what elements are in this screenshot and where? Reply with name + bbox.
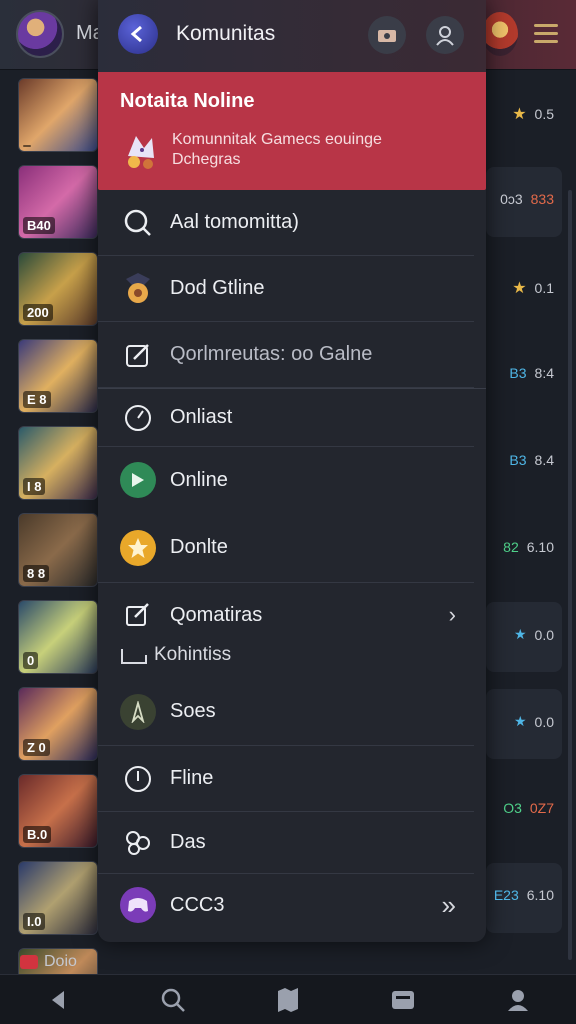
user-icon [436, 26, 454, 46]
game-level-badge: I 8 [23, 478, 46, 495]
menu-item-label: Aal tomomitta) [170, 211, 299, 233]
game-thumbnail: B.0 [18, 774, 98, 848]
game-thumbnail: 200 [18, 252, 98, 326]
menu-item-label: Onliast [170, 406, 233, 428]
menu-item-label: Das [170, 831, 206, 853]
game-meta: O3 0Z7 [503, 800, 554, 816]
drawer-header: Komunitas [98, 0, 486, 72]
menu-item-label: CCC3 [170, 893, 225, 916]
drawer-footer-label: Doio [0, 950, 300, 974]
back-button[interactable] [118, 14, 158, 54]
menu-item-sces[interactable]: Soes [98, 678, 474, 746]
notification-banner[interactable]: Notaita Noline Komunnitak Gamecs eouinge… [98, 72, 486, 190]
compose-icon [120, 597, 156, 633]
profile-nav-icon[interactable] [502, 984, 534, 1016]
community-drawer: Komunitas Notaita Noline Komunnitak Game… [98, 0, 486, 942]
game-level-badge: B.0 [23, 826, 52, 843]
menu-item-label: Donlte [170, 536, 228, 558]
game-meta: ★ 0.0 [513, 713, 554, 730]
game-level-badge: 0 [23, 652, 39, 669]
game-meta: E23 6.10 [493, 887, 554, 903]
menu-item-komitiss[interactable]: Kohintiss [120, 640, 231, 670]
game-level-badge: E 8 [23, 391, 51, 408]
menu-item-das[interactable]: Das [98, 812, 474, 874]
game-level-badge: 8 8 [23, 565, 50, 582]
game-thumbnail [18, 78, 98, 152]
mascot-icon [128, 136, 154, 169]
menu-item-label: Qomatiras [170, 603, 263, 626]
camera-icon [378, 30, 396, 42]
map-nav-icon[interactable] [272, 984, 304, 1016]
game-thumbnail: 8 8 [18, 513, 98, 587]
drawer-menu: Aal tomomitta) Dod Gtline Qorlmreutas: o… [98, 190, 486, 647]
double-chevron-right-icon: » [441, 889, 456, 920]
menu-item-label: Soes [170, 700, 216, 722]
game-meta: 82 6.10 [503, 539, 554, 555]
game-level-badge: I.0 [23, 913, 46, 930]
mascot-badge-icon [120, 271, 156, 307]
timer-icon [120, 761, 156, 797]
star-icon [120, 529, 156, 566]
game-thumbnail: I.0 [18, 861, 98, 935]
game-meta: B3 8.4 [509, 452, 554, 468]
online-icon [120, 462, 156, 498]
user-button[interactable] [426, 16, 464, 54]
menu-item-onliast[interactable]: Onliast [98, 389, 474, 447]
game-meta: 0ɔ3 833 [500, 191, 554, 207]
menu-item-online[interactable]: Online [98, 447, 474, 513]
controller-icon [120, 887, 156, 923]
menu-item-label: Online [170, 468, 228, 491]
bottom-navigation [0, 974, 576, 1024]
drawer-title: Komunitas [176, 22, 276, 45]
menu-item-qorm[interactable]: Qorlmreutas: oo Galne [98, 322, 474, 388]
list-scrollbar[interactable] [568, 190, 572, 960]
drawer-menu-lower: Soes Fline Das CCC3 » [98, 678, 486, 936]
heart-icon [20, 955, 38, 969]
banner-title: Notaita Noline [120, 90, 255, 112]
game-thumbnail: B40 [18, 165, 98, 239]
menu-item-label: Fline [170, 767, 214, 789]
compass-icon [120, 693, 156, 730]
edit-icon [120, 337, 156, 373]
game-meta: ★ 0.5 [512, 106, 554, 123]
game-level-badge: B40 [23, 217, 55, 234]
profile-avatar[interactable] [16, 10, 64, 58]
tag-icon [120, 643, 148, 667]
back-nav-icon[interactable] [42, 984, 74, 1016]
game-thumbnail: E 8 [18, 339, 98, 413]
game-thumbnail: I 8 [18, 426, 98, 500]
menu-item-qomatiras[interactable]: Qomatiras › [98, 583, 474, 647]
game-level-badge: Z 0 [23, 739, 50, 756]
chevron-right-icon: › [448, 602, 456, 627]
game-thumbnail: Z 0 [18, 687, 98, 761]
game-meta: ★ 0.0 [513, 626, 554, 643]
inbox-nav-icon[interactable] [387, 984, 419, 1016]
menu-item-search[interactable]: Aal tomomitta) [98, 190, 474, 256]
arrow-left-icon [130, 25, 142, 43]
menu-item-cacs[interactable]: CCC3 » [98, 874, 474, 936]
game-level-badge: 200 [23, 304, 53, 321]
game-thumbnail: 0 [18, 600, 98, 674]
search-nav-icon[interactable] [157, 984, 189, 1016]
game-meta: B3 8:4 [509, 365, 554, 381]
menu-item-label: Qorlmreutas: oo Galne [170, 343, 373, 365]
clock-icon [120, 400, 156, 436]
menu-item-label: Dod Gtline [170, 277, 265, 299]
game-meta: ★ 0.1 [512, 280, 554, 297]
menu-item-donlte[interactable]: Donlte [98, 513, 474, 583]
search-icon [120, 205, 156, 241]
menu-item-fline[interactable]: Fline [98, 746, 474, 812]
menu-item-dod[interactable]: Dod Gtline [98, 256, 474, 322]
camera-button[interactable] [368, 16, 406, 54]
hamburger-menu-icon[interactable] [534, 24, 558, 44]
banner-description: Komunnitak Gamecs eouinge Dchegras [172, 131, 382, 168]
game-level-badge [23, 145, 31, 147]
gamepad-icon [120, 825, 156, 861]
user-avatar[interactable] [482, 12, 518, 56]
